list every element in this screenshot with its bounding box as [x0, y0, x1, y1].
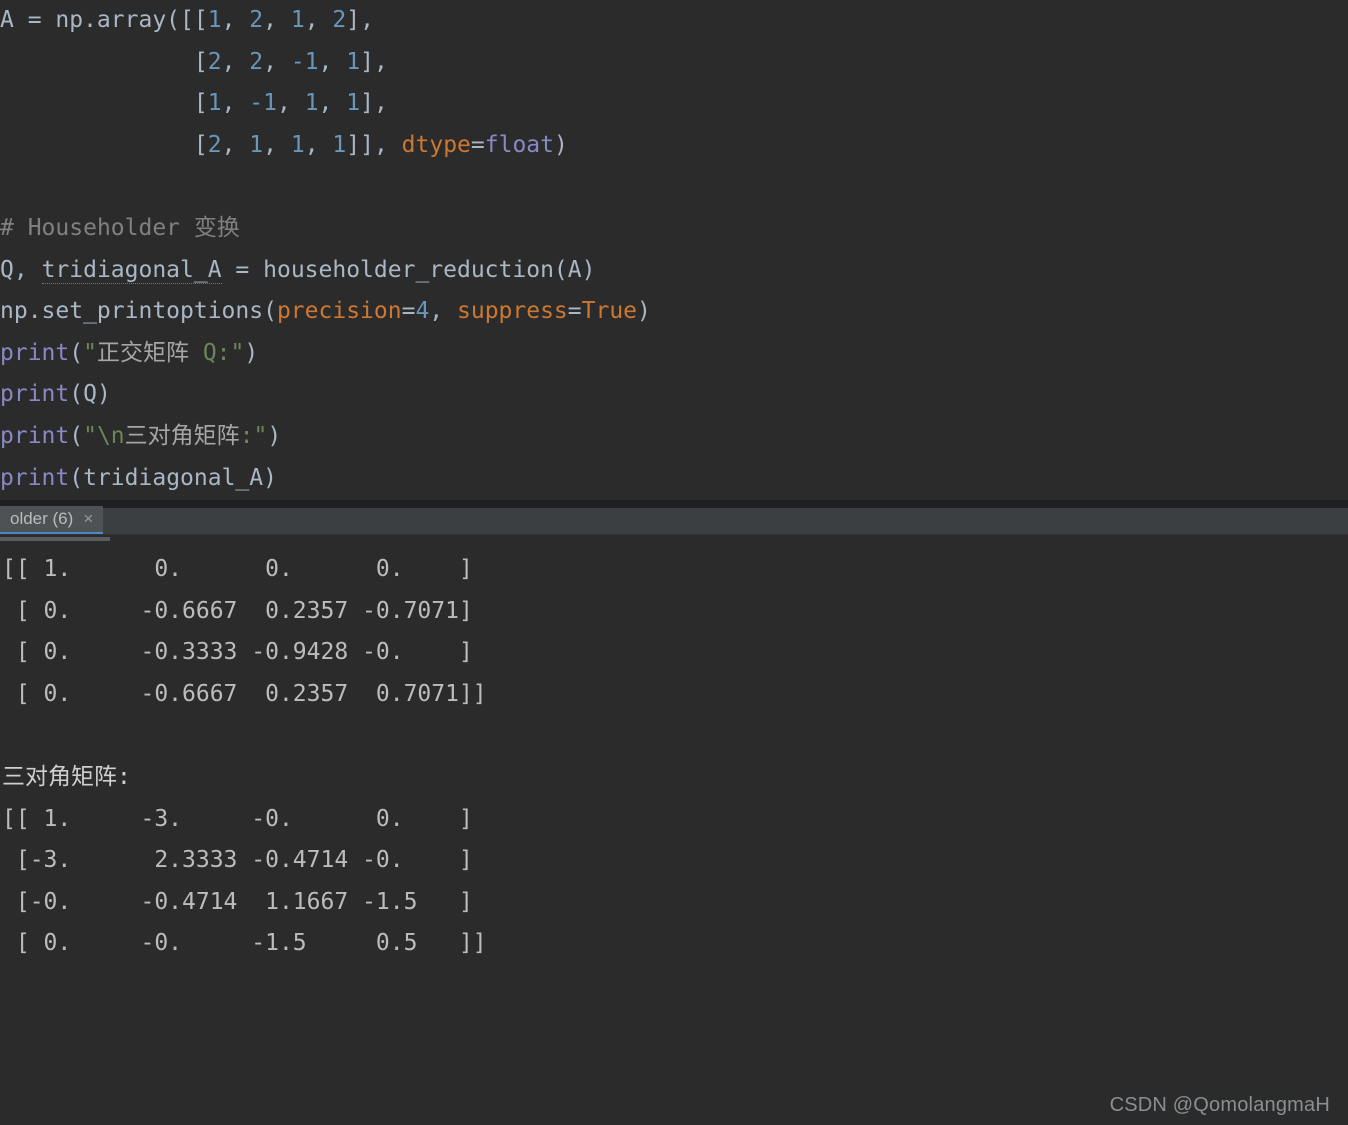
- console-text: [[ 1. 0. 0. 0. ] [ 0. -0.6667 0.2357 -0.…: [2, 549, 1348, 965]
- console-output[interactable]: [[ 1. 0. 0. 0. ] [ 0. -0.6667 0.2357 -0.…: [0, 541, 1348, 965]
- run-tab[interactable]: older (6) ×: [0, 506, 103, 534]
- run-tab-label: older (6): [10, 509, 73, 529]
- code-text: A = np.array([[: [0, 7, 208, 33]
- code-content: A = np.array([[1, 2, 1, 2], [2, 2, -1, 1…: [0, 0, 1348, 499]
- code-editor[interactable]: A = np.array([[1, 2, 1, 2], [2, 2, -1, 1…: [0, 0, 1348, 500]
- watermark: CSDN @QomolangmaH: [1110, 1094, 1330, 1117]
- close-icon[interactable]: ×: [83, 509, 93, 529]
- run-tabbar: older (6) ×: [0, 508, 1348, 535]
- panel-splitter[interactable]: [0, 500, 1348, 508]
